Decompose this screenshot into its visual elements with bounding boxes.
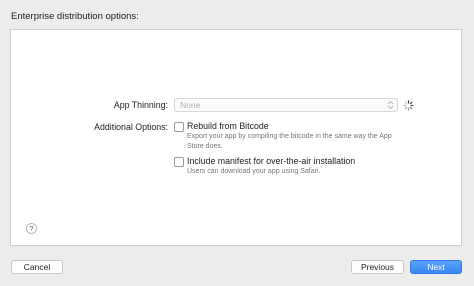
- export-options-sheet: Enterprise distribution options: App Thi…: [0, 0, 474, 286]
- rebuild-bitcode-label[interactable]: Rebuild from Bitcode: [187, 121, 269, 131]
- next-button[interactable]: Next: [410, 260, 462, 274]
- additional-options-label: Additional Options:: [94, 122, 168, 132]
- include-manifest-checkbox[interactable]: [174, 157, 184, 167]
- section-heading: Enterprise distribution options:: [11, 11, 139, 22]
- popup-arrows-icon: [387, 100, 394, 110]
- help-button[interactable]: ?: [26, 223, 37, 234]
- cancel-button[interactable]: Cancel: [11, 260, 63, 274]
- previous-button[interactable]: Previous: [351, 260, 404, 274]
- rebuild-bitcode-checkbox[interactable]: [174, 122, 184, 132]
- app-thinning-label: App Thinning:: [113, 100, 168, 110]
- app-thinning-popup[interactable]: None: [174, 98, 398, 112]
- loading-spinner-icon: [403, 100, 414, 111]
- include-manifest-description: Users can download your app using Safari…: [187, 168, 321, 175]
- include-manifest-label[interactable]: Include manifest for over-the-air instal…: [187, 156, 355, 166]
- app-thinning-value: None: [180, 100, 201, 110]
- rebuild-bitcode-description: Export your app by compiling the bitcode…: [187, 133, 392, 150]
